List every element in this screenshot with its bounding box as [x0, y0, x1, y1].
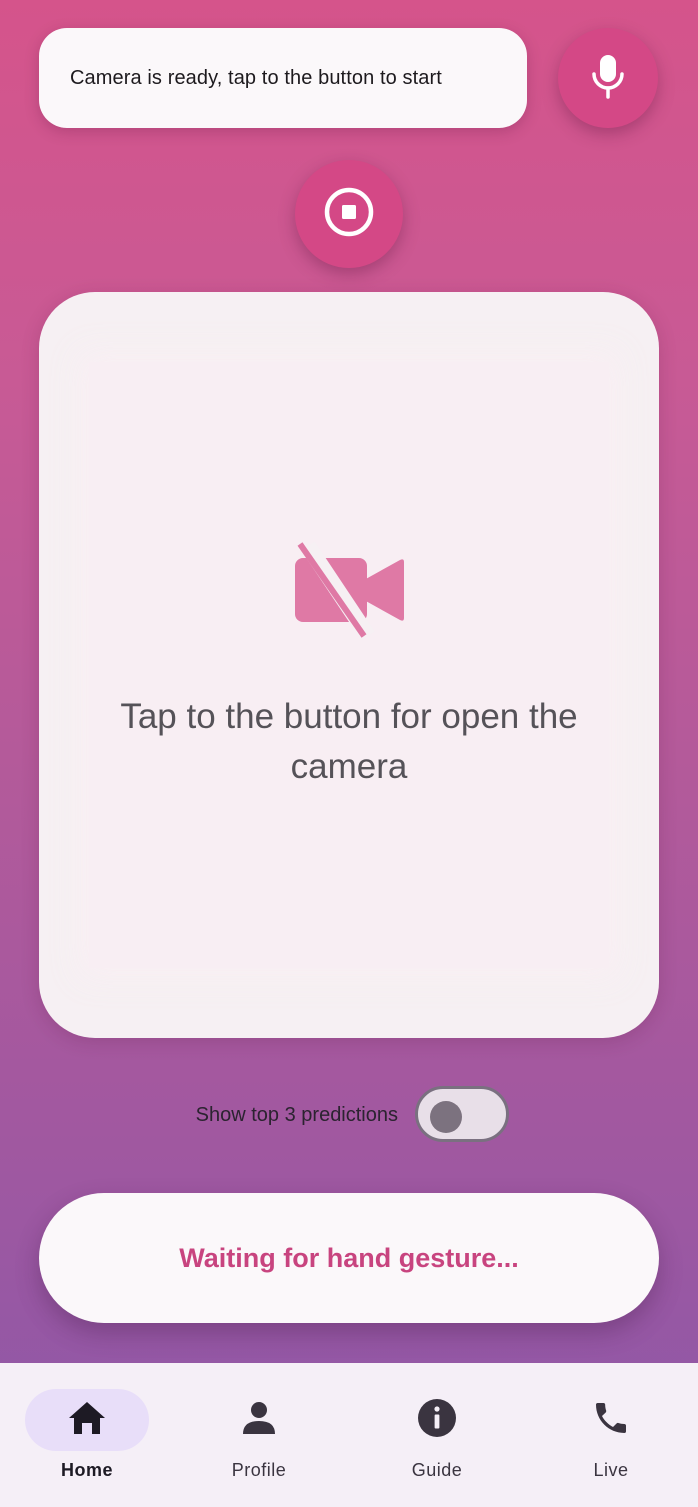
info-icon	[417, 1398, 457, 1443]
camera-placeholder-message: Tap to the button for open the camera	[120, 697, 578, 786]
phone-icon	[591, 1398, 631, 1443]
nav-label-profile: Profile	[231, 1460, 287, 1480]
status-message-card: Camera is ready, tap to the button to st…	[39, 28, 527, 128]
voice-input-button[interactable]	[558, 28, 658, 128]
videocam-off-icon	[292, 540, 406, 641]
stop-circle-icon	[321, 184, 377, 245]
nav-label-home: Home	[60, 1460, 113, 1480]
toggle-knob	[430, 1101, 462, 1133]
home-icon	[67, 1400, 107, 1441]
predictions-toggle-row: Show top 3 predictions	[0, 1086, 698, 1146]
prediction-result-card: Waiting for hand gesture...	[39, 1193, 659, 1323]
status-message: Camera is ready, tap to the button to st…	[70, 66, 442, 89]
nav-label-guide: Guide	[411, 1460, 463, 1480]
nav-label-live: Live	[593, 1460, 629, 1480]
camera-preview-card: Tap to the button for open the camera	[39, 292, 659, 1038]
predictions-toggle-switch[interactable]	[415, 1086, 509, 1142]
camera-preview-area	[89, 362, 609, 968]
nav-item-guide[interactable]: Guide	[350, 1363, 524, 1507]
nav-item-live[interactable]: Live	[524, 1363, 698, 1507]
bottom-navigation: Home Profile Guide Live	[0, 1363, 698, 1507]
nav-active-indicator	[25, 1389, 149, 1451]
nav-item-home[interactable]: Home	[0, 1363, 174, 1507]
nav-item-profile[interactable]: Profile	[172, 1363, 346, 1507]
stop-camera-button[interactable]	[295, 160, 403, 268]
mic-icon	[588, 52, 628, 105]
prediction-result-text: Waiting for hand gesture...	[179, 1242, 519, 1273]
person-icon	[241, 1400, 277, 1441]
predictions-toggle-label: Show top 3 predictions	[195, 1104, 398, 1126]
